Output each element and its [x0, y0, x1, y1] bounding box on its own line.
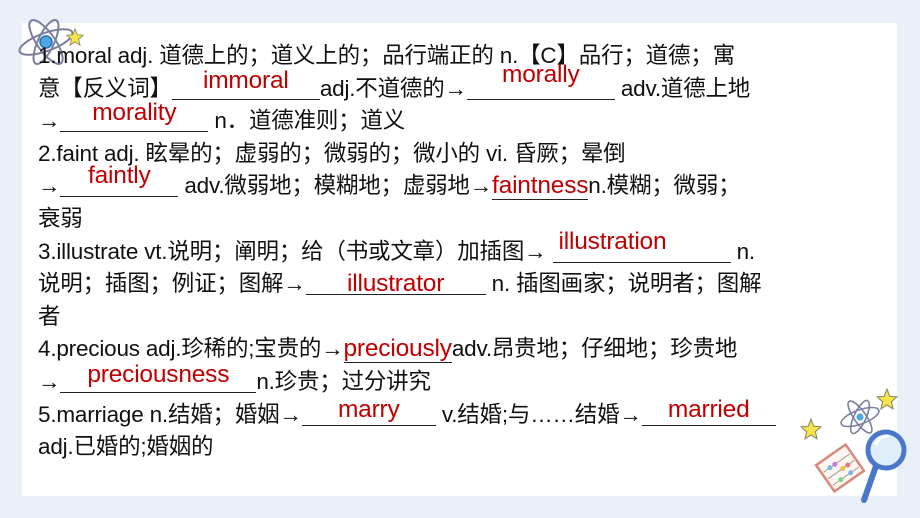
entry-text: 衰弱 [38, 205, 83, 231]
entry-text: 者 [38, 303, 61, 329]
answer-blank-immoral[interactable]: immoral [171, 68, 320, 100]
answer-blank-morality[interactable]: morality [60, 100, 209, 133]
entry-text: n．道德准则；道义 [208, 108, 406, 134]
answer-text: illustration [558, 227, 667, 255]
entry-text: 5.marriage n.结婚；婚姻→ [38, 401, 302, 427]
answer-text: marry [337, 395, 400, 423]
answer-preciously[interactable]: preciously [343, 335, 452, 364]
answer-faintness[interactable]: faintness [492, 172, 588, 201]
entry-text: adv.道德上地 [614, 75, 751, 101]
entry-text: n.珍贵；过分讲究 [256, 368, 431, 394]
star-icon [800, 418, 822, 440]
entry-text: adj.不道德的→ [319, 75, 467, 101]
entry-2-line-3: 衰弱 [38, 203, 888, 236]
answer-blank-preciousness[interactable]: preciousness [60, 362, 257, 393]
answer-text: morality [92, 99, 177, 127]
answer-blank-illustration[interactable]: illustration [552, 229, 731, 263]
entry-3-line-1: 3.illustrate vt.说明；阐明；给（书或文章）加插图→ illust… [38, 229, 888, 269]
entry-1-line-3: → morality n．道德准则；道义 [38, 100, 888, 138]
entry-4-line-2: → preciousness n.珍贵；过分讲究 [38, 362, 888, 399]
entry-5-line-2: adj.已婚的;婚姻的 [38, 431, 888, 464]
answer-text: morally [502, 60, 580, 88]
answer-blank-morally[interactable]: morally [466, 62, 615, 100]
answer-text: married [667, 395, 750, 423]
entry-2-line-2: → faintly adv.微弱地；模糊地；虚弱地→faintnessn.模糊；微… [38, 164, 888, 203]
answer-blank-marry[interactable]: marry [301, 395, 436, 426]
entry-1-line-1: 1.moral adj. 道德上的；道义上的；品行端正的 n.【C】品行；道德；… [38, 40, 888, 73]
arrow-text: → [38, 368, 61, 394]
entry-3-line-3: 者 [38, 301, 888, 334]
answer-text: preciousness [87, 360, 230, 388]
entry-text: adj.已婚的;婚姻的 [38, 434, 214, 460]
entry-text: v.结婚;与……结婚→ [435, 401, 642, 427]
entry-5-line-1: 5.marriage n.结婚；婚姻→ marry v.结婚;与……结婚→ marr… [38, 395, 888, 432]
entry-text: 3.illustrate vt.说明；阐明；给（书或文章）加插图→ [38, 238, 553, 264]
answer-text: illustrator [347, 270, 445, 298]
entry-text: adv.昂贵地；仔细地；珍贵地 [451, 336, 738, 362]
magnifier-icon [861, 429, 907, 503]
answer-text: immoral [202, 66, 289, 94]
arrow-text: → [38, 173, 61, 199]
answer-blank-faintly[interactable]: faintly [60, 164, 179, 198]
entry-text: n. [730, 238, 756, 264]
entry-text: 意【反义词】 [38, 75, 172, 101]
entry-text: 说明；插图；例证；图解→ [38, 271, 306, 297]
entry-text: 1.moral adj. 道德上的；道义上的；品行端正的 n.【C】品行；道德；… [38, 43, 735, 68]
answer-blank-illustrator[interactable]: illustrator [305, 270, 486, 298]
entry-text: 4.precious adj.珍稀的;宝贵的→ [38, 336, 344, 362]
answer-blank-married[interactable]: married [641, 395, 776, 426]
arrow-text: → [38, 108, 61, 134]
entry-3-line-2: 说明；插图；例证；图解→ illustrator n. 插图画家；说明者；图解 [38, 268, 888, 301]
entry-text: n. 插图画家；说明者；图解 [485, 271, 762, 297]
entry-text: adv.微弱地；模糊地；虚弱地→ [178, 173, 493, 199]
entry-text: n.模糊；微弱； [588, 173, 741, 199]
vocabulary-content: 1.moral adj. 道德上的；道义上的；品行端正的 n.【C】品行；道德；… [38, 40, 888, 464]
answer-text: faintly [88, 162, 151, 190]
